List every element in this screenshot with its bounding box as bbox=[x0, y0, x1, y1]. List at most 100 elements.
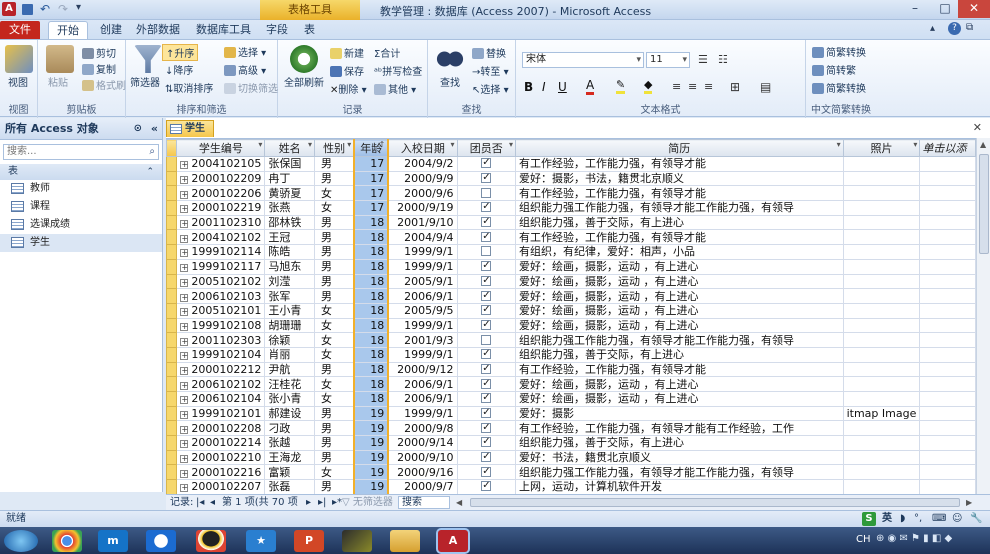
nav-search-input[interactable]: 搜索... ⌕ bbox=[3, 144, 159, 160]
filter-icon[interactable] bbox=[134, 45, 162, 73]
cell-resume[interactable]: 组织能力强，善于交际，有上进心 bbox=[514, 214, 844, 231]
record-selector[interactable] bbox=[166, 391, 178, 407]
record-selector[interactable] bbox=[166, 258, 178, 275]
cell-enroll-date[interactable]: 2000/9/10 bbox=[387, 449, 458, 466]
expand-icon[interactable]: + bbox=[180, 190, 189, 199]
dropdown-icon[interactable]: ▾ bbox=[258, 141, 262, 150]
cell-gender[interactable]: 男 bbox=[313, 273, 355, 290]
qq-icon[interactable] bbox=[196, 530, 226, 552]
table-row[interactable]: +2006102102汪桂花女182006/9/1 爱好：绘画，摄影，运动 ，有上… bbox=[166, 376, 976, 392]
cell-name[interactable]: 郝建设 bbox=[264, 405, 315, 422]
member-checkbox[interactable] bbox=[481, 187, 492, 198]
cell-add-field[interactable] bbox=[919, 170, 976, 187]
cell-age[interactable]: 18 bbox=[353, 346, 390, 363]
cell-age[interactable]: 18 bbox=[353, 302, 390, 319]
cell-name[interactable]: 张小青 bbox=[264, 391, 315, 407]
expand-icon[interactable]: + bbox=[180, 249, 189, 258]
expand-icon[interactable]: + bbox=[180, 366, 189, 375]
replace-button[interactable]: 替换 bbox=[472, 45, 506, 60]
cell-age[interactable]: 18 bbox=[353, 273, 390, 290]
tab-file[interactable]: 文件 bbox=[0, 21, 40, 39]
cell-enroll-date[interactable]: 2000/9/7 bbox=[387, 479, 458, 494]
record-selector[interactable] bbox=[166, 214, 178, 231]
cell-name[interactable]: 马旭东 bbox=[264, 258, 315, 275]
cell-gender[interactable]: 女 bbox=[313, 200, 355, 216]
cell-member[interactable] bbox=[456, 376, 516, 392]
cell-photo[interactable] bbox=[842, 156, 921, 172]
cell-photo[interactable] bbox=[842, 479, 921, 494]
cell-resume[interactable]: 爱好：摄影 bbox=[514, 405, 844, 422]
cell-photo[interactable] bbox=[842, 200, 921, 216]
expand-icon[interactable]: + bbox=[180, 411, 189, 420]
access-task-icon[interactable]: A bbox=[438, 530, 468, 552]
cell-resume[interactable]: 有组织，有纪律，爱好：相声，小品 bbox=[514, 244, 844, 260]
record-selector[interactable] bbox=[166, 479, 178, 494]
cell-name[interactable]: 冉丁 bbox=[264, 170, 315, 187]
cell-age[interactable]: 18 bbox=[353, 214, 390, 231]
member-checkbox[interactable] bbox=[481, 304, 492, 316]
browser-icon[interactable] bbox=[146, 530, 176, 552]
cell-gender[interactable]: 男 bbox=[313, 420, 355, 437]
expand-icon[interactable]: + bbox=[180, 425, 189, 434]
cell-member[interactable] bbox=[456, 464, 516, 481]
cell-gender[interactable]: 男 bbox=[313, 435, 355, 451]
cell-photo[interactable] bbox=[842, 449, 921, 466]
member-checkbox[interactable] bbox=[481, 437, 492, 448]
cell-student-id[interactable]: +2004102105 bbox=[176, 156, 266, 172]
cell-name[interactable]: 王小青 bbox=[264, 302, 315, 319]
keyboard-icon[interactable]: ⌨ bbox=[932, 511, 946, 527]
table-row[interactable]: +2000102208刁政男192000/9/8 有工作经验，工作能力强，有领导才… bbox=[166, 420, 976, 437]
cell-add-field[interactable] bbox=[919, 435, 976, 451]
highlight-icon[interactable]: ✎ bbox=[616, 78, 626, 94]
spelling-button[interactable]: ᵃᵇ拼写检查 bbox=[374, 63, 422, 78]
hscroll-left-icon[interactable]: ◀ bbox=[456, 495, 462, 510]
cell-name[interactable]: 王冠 bbox=[264, 229, 315, 246]
expand-icon[interactable]: + bbox=[180, 322, 189, 331]
cell-photo[interactable] bbox=[842, 288, 921, 304]
cell-student-id[interactable]: +1999102104 bbox=[176, 346, 266, 363]
cell-student-id[interactable]: +2005102102 bbox=[176, 273, 266, 290]
cell-age[interactable]: 17 bbox=[353, 185, 390, 202]
record-search-input[interactable]: 搜索 bbox=[398, 496, 450, 509]
member-checkbox[interactable] bbox=[481, 466, 492, 478]
numbering-icon[interactable]: ☷ bbox=[718, 53, 728, 66]
cell-resume[interactable]: 有工作经验，工作能力强，有领导才能有工作经验，工作 bbox=[514, 420, 844, 437]
undo-icon[interactable]: ↶ bbox=[40, 2, 50, 16]
cell-add-field[interactable] bbox=[919, 376, 976, 392]
cell-photo[interactable] bbox=[842, 464, 921, 481]
cell-name[interactable]: 富颖 bbox=[264, 464, 315, 481]
current-record-field[interactable]: 第 1 项(共 70 项 bbox=[222, 495, 298, 510]
cell-student-id[interactable]: +2000102212 bbox=[176, 361, 266, 378]
cell-enroll-date[interactable]: 2000/9/14 bbox=[387, 435, 458, 451]
cell-gender[interactable]: 女 bbox=[313, 391, 355, 407]
cell-member[interactable] bbox=[456, 273, 516, 290]
align-right-icon[interactable]: ≡ bbox=[704, 80, 713, 93]
cell-add-field[interactable] bbox=[919, 244, 976, 260]
cell-enroll-date[interactable]: 2001/9/3 bbox=[387, 332, 458, 348]
cell-age[interactable]: 18 bbox=[353, 288, 390, 304]
table-row[interactable]: +2000102207张磊男192000/9/7 上网，运动，计算机软件开发 bbox=[166, 479, 976, 494]
align-center-icon[interactable]: ≡ bbox=[688, 80, 697, 93]
doc-restore-icon[interactable]: ⧉ bbox=[966, 22, 973, 33]
conversion-button[interactable]: 简繁转换 bbox=[812, 80, 866, 95]
cell-age[interactable]: 19 bbox=[353, 435, 390, 451]
powerpoint-icon[interactable]: P bbox=[294, 530, 324, 552]
format-painter-button[interactable]: 格式刷 bbox=[82, 77, 126, 92]
member-checkbox[interactable] bbox=[481, 422, 492, 434]
new-record-button[interactable]: 新建 bbox=[330, 45, 364, 60]
cell-name[interactable]: 刘滢 bbox=[264, 273, 315, 290]
member-checkbox[interactable] bbox=[481, 246, 492, 257]
cell-age[interactable]: 19 bbox=[353, 405, 390, 422]
record-selector[interactable] bbox=[166, 420, 178, 437]
cell-enroll-date[interactable]: 1999/9/1 bbox=[387, 405, 458, 422]
new-record-icon[interactable]: ▸* bbox=[332, 495, 342, 510]
cell-enroll-date[interactable]: 2000/9/19 bbox=[387, 200, 458, 216]
view-button[interactable]: 视图 bbox=[8, 74, 28, 89]
select-button[interactable]: ↖选择 ▾ bbox=[472, 81, 509, 96]
record-selector[interactable] bbox=[166, 376, 178, 392]
cell-student-id[interactable]: +2001102303 bbox=[176, 332, 266, 348]
col-header-student-id[interactable]: 学生编号 ▾ bbox=[176, 139, 266, 157]
cell-add-field[interactable] bbox=[919, 479, 976, 494]
table-row[interactable]: +2005102102刘滢男182005/9/1 爱好：绘画，摄影，运动 ，有上进… bbox=[166, 273, 976, 290]
expand-icon[interactable]: + bbox=[180, 440, 189, 449]
